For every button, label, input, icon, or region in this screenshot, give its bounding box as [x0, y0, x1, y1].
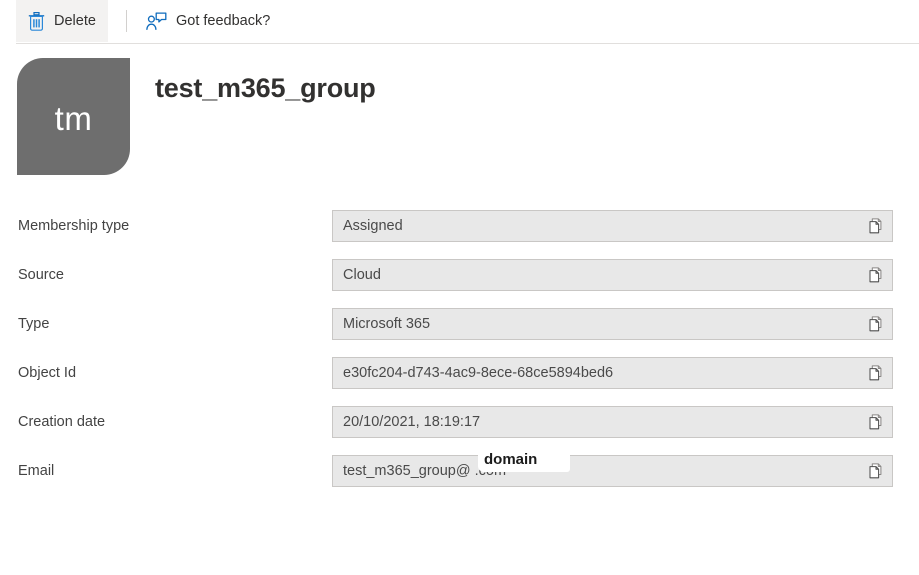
copy-icon[interactable] [861, 309, 892, 339]
property-value: e30fc204-d743-4ac9-8ece-68ce5894bed6 [343, 365, 614, 381]
properties-form: Membership type Assigned Source Cloud Ty… [0, 210, 919, 504]
property-row-email: Email test_m365_group@ .com domain [0, 447, 919, 504]
source-field[interactable]: Cloud [332, 259, 893, 291]
command-bar-divider [16, 43, 919, 44]
property-label: Type [18, 316, 50, 332]
object-id-field[interactable]: e30fc204-d743-4ac9-8ece-68ce5894bed6 [332, 357, 893, 389]
property-row-object-id: Object Id e30fc204-d743-4ac9-8ece-68ce58… [0, 357, 919, 406]
copy-icon[interactable] [861, 358, 892, 388]
property-label: Membership type [18, 218, 130, 234]
command-bar-separator [126, 10, 127, 32]
property-value: Microsoft 365 [343, 316, 431, 332]
email-field[interactable]: test_m365_group@ .com domain [332, 447, 893, 487]
creation-date-field[interactable]: 20/10/2021, 18:19:17 [332, 406, 893, 438]
property-label: Creation date [18, 414, 106, 430]
property-label: Object Id [18, 365, 77, 381]
property-label: Email [18, 463, 55, 479]
got-feedback-label: Got feedback? [176, 12, 271, 29]
got-feedback-button[interactable]: Got feedback? [134, 0, 282, 42]
avatar: tm [17, 58, 130, 175]
avatar-initials: tm [54, 100, 93, 137]
type-field[interactable]: Microsoft 365 [332, 308, 893, 340]
copy-icon[interactable] [861, 456, 892, 486]
property-value: 20/10/2021, 18:19:17 [343, 414, 481, 430]
property-label: Source [18, 267, 64, 283]
membership-type-field[interactable]: Assigned [332, 210, 893, 242]
property-row-creation-date: Creation date 20/10/2021, 18:19:17 [0, 406, 919, 455]
delete-button[interactable]: Delete [16, 0, 108, 42]
copy-icon[interactable] [861, 260, 892, 290]
property-value: test_m365_group@ .com [343, 463, 507, 479]
page-title: test_m365_group [155, 73, 376, 103]
property-row-membership-type: Membership type Assigned [0, 210, 919, 259]
copy-icon[interactable] [861, 407, 892, 437]
property-value: Cloud [343, 267, 381, 283]
command-bar: Delete Got feedback? [0, 0, 919, 44]
delete-button-label: Delete [54, 12, 96, 29]
feedback-person-icon [146, 11, 167, 31]
property-value: Assigned [343, 218, 403, 234]
trash-icon [28, 11, 45, 31]
redaction-label: domain [484, 451, 538, 468]
property-row-type: Type Microsoft 365 [0, 308, 919, 357]
property-row-source: Source Cloud [0, 259, 919, 308]
page-header: tm test_m365_group [0, 58, 919, 178]
copy-icon[interactable] [861, 211, 892, 241]
redaction-overlay: domain [478, 447, 570, 472]
